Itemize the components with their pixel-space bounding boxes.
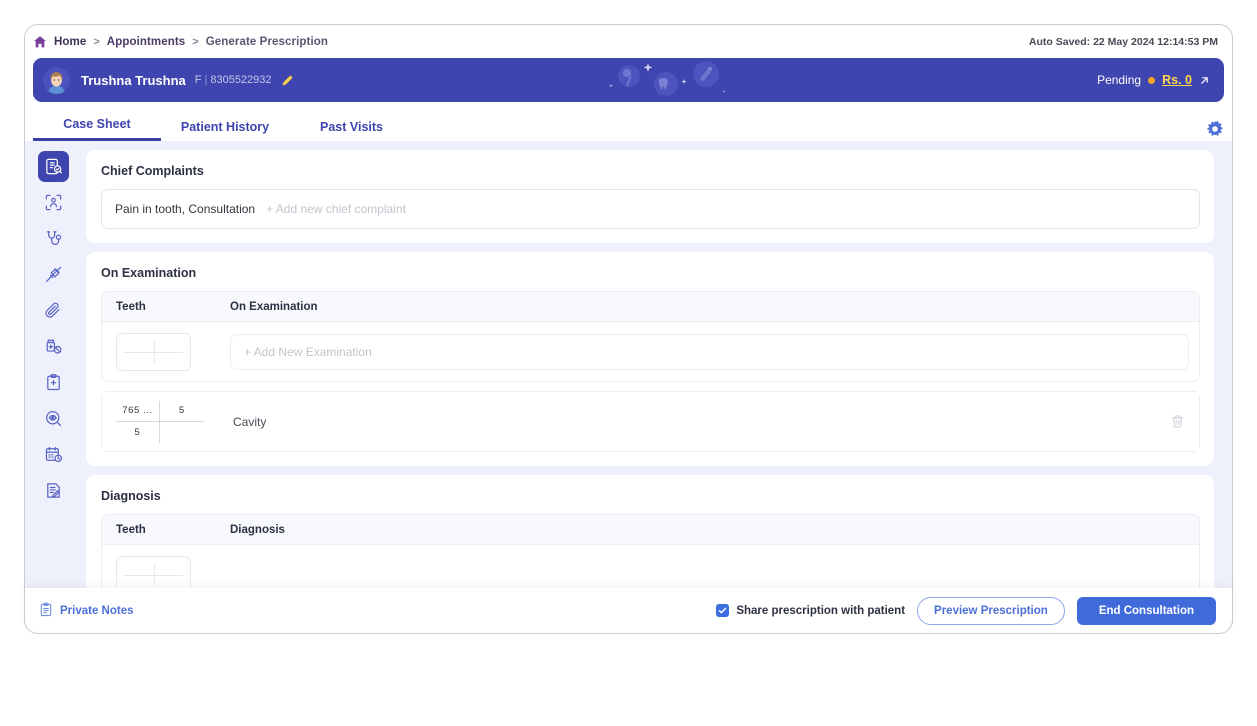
chief-complaints-panel: Chief Complaints Pain in tooth, Consulta… — [86, 150, 1214, 243]
breadcrumb-item-appointments[interactable]: Appointments — [107, 36, 186, 48]
patient-gender: F — [195, 74, 202, 86]
arrow-up-right-icon[interactable] — [1199, 75, 1210, 86]
private-notes-label: Private Notes — [60, 605, 134, 617]
table-row: 765 ... 5 5 Cavity — [102, 392, 1199, 451]
breadcrumb-item-home[interactable]: Home — [54, 36, 86, 48]
chief-complaints-value: Pain in tooth, Consultation — [115, 202, 255, 216]
preview-prescription-button[interactable]: Preview Prescription — [917, 597, 1065, 625]
rail-item-eye-search[interactable] — [38, 403, 69, 434]
column-header-teeth: Teeth — [102, 524, 220, 536]
breadcrumb-separator: > — [93, 36, 99, 48]
rail-item-calendar-clock[interactable] — [38, 439, 69, 470]
end-consultation-button[interactable]: End Consultation — [1077, 597, 1216, 625]
tool-rail — [25, 141, 82, 633]
footer-actions: Share prescription with patient Preview … — [716, 597, 1216, 625]
status-badge — [1148, 77, 1155, 84]
table-header-row: Teeth Diagnosis — [102, 515, 1199, 545]
billing-status: Pending Rs. 0 — [1097, 73, 1210, 87]
checkbox-checked-icon — [716, 604, 729, 617]
tab-bar: Case Sheet Patient History Past Visits — [25, 110, 1232, 141]
patient-name: Trushna Trushna — [81, 73, 186, 88]
teeth-quadrant-display[interactable]: 765 ... 5 5 — [116, 401, 204, 443]
chief-complaints-placeholder: + Add new chief complaint — [266, 202, 406, 216]
tab-patient-history[interactable]: Patient History — [161, 120, 289, 141]
on-examination-panel: On Examination Teeth On Examination + Ad… — [86, 252, 1214, 466]
patient-phone: 8305522932 — [210, 74, 271, 86]
pencil-icon[interactable] — [272, 74, 294, 87]
home-icon[interactable] — [33, 35, 47, 49]
main-body: Chief Complaints Pain in tooth, Consulta… — [25, 141, 1232, 633]
chief-complaints-input[interactable]: Pain in tooth, Consultation + Add new ch… — [101, 189, 1200, 229]
tab-case-sheet[interactable]: Case Sheet — [33, 117, 161, 141]
rail-item-injection[interactable] — [38, 259, 69, 290]
share-prescription-label: Share prescription with patient — [736, 605, 905, 617]
footer-bar: Private Notes Share prescription with pa… — [24, 588, 1233, 634]
on-examination-title: On Examination — [101, 266, 1200, 280]
private-notes-button[interactable]: Private Notes — [39, 602, 134, 620]
payment-status-label: Pending — [1097, 73, 1141, 87]
column-header-diagnosis: Diagnosis — [220, 524, 1199, 536]
table-header-row: Teeth On Examination — [102, 292, 1199, 322]
examination-cell: Cavity — [220, 414, 1199, 429]
patient-meta: F|8305522932 — [195, 74, 272, 86]
rail-item-medication[interactable] — [38, 331, 69, 362]
chief-complaints-title: Chief Complaints — [101, 164, 1200, 178]
on-examination-table: Teeth On Examination + Add New Examinati… — [101, 291, 1200, 382]
app-window: Home > Appointments > Generate Prescript… — [24, 24, 1233, 634]
gear-icon[interactable] — [1206, 120, 1224, 141]
avatar — [43, 67, 70, 94]
column-header-examination: On Examination — [220, 301, 1199, 313]
rail-item-notes-edit[interactable] — [38, 475, 69, 506]
add-examination-input[interactable]: + Add New Examination — [230, 334, 1189, 370]
rail-item-case-sheet[interactable] — [38, 151, 69, 182]
notes-icon — [39, 602, 53, 620]
examination-value[interactable]: Cavity — [230, 415, 266, 429]
column-header-teeth: Teeth — [102, 301, 220, 313]
rail-item-stethoscope[interactable] — [38, 223, 69, 254]
teeth-quadrant-selector[interactable] — [116, 333, 191, 371]
meta-separator: | — [204, 74, 207, 86]
rail-item-clipboard-plus[interactable] — [38, 367, 69, 398]
breadcrumb-bar: Home > Appointments > Generate Prescript… — [25, 25, 1232, 58]
breadcrumb-item-generate-prescription: Generate Prescription — [206, 36, 328, 48]
case-sheet-content[interactable]: Chief Complaints Pain in tooth, Consulta… — [82, 141, 1232, 633]
examination-cell: + Add New Examination — [220, 334, 1199, 370]
rail-item-patient-scan[interactable] — [38, 187, 69, 218]
examination-row-card: 765 ... 5 5 Cavity — [101, 391, 1200, 452]
trash-icon[interactable] — [1170, 414, 1189, 429]
amount-link[interactable]: Rs. 0 — [1162, 73, 1192, 87]
share-prescription-checkbox[interactable]: Share prescription with patient — [716, 604, 905, 617]
breadcrumb: Home > Appointments > Generate Prescript… — [33, 35, 328, 49]
breadcrumb-separator: > — [192, 36, 198, 48]
teeth-selector-cell — [102, 322, 220, 381]
table-row-new: + Add New Examination — [102, 322, 1199, 381]
diagnosis-title: Diagnosis — [101, 489, 1200, 503]
rail-item-attachment[interactable] — [38, 295, 69, 326]
decorative-dental-graphics — [588, 58, 758, 102]
quadrant-upper-left: 765 ... — [116, 401, 160, 422]
quadrant-upper-right: 5 — [160, 401, 204, 422]
quadrant-lower-right — [160, 422, 204, 443]
teeth-selector-cell: 765 ... 5 5 — [102, 392, 220, 451]
quadrant-lower-left: 5 — [116, 422, 160, 443]
tab-past-visits[interactable]: Past Visits — [289, 120, 414, 141]
patient-banner: Trushna Trushna F|8305522932 Pending Rs.… — [33, 58, 1224, 102]
auto-saved-status: Auto Saved: 22 May 2024 12:14:53 PM — [1029, 36, 1218, 48]
